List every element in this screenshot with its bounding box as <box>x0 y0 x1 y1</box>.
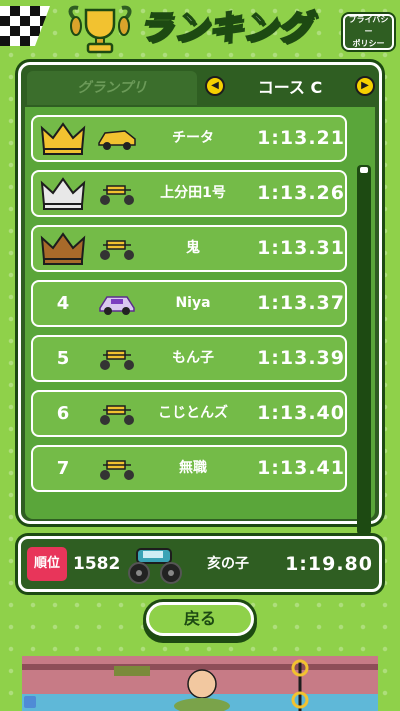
silver-crown-icon <box>33 172 93 215</box>
privacy-label-line2: ポリシー <box>352 39 385 48</box>
table-row: 4 Niya 1:13.37 <box>31 280 347 327</box>
rank-number: 4 <box>56 293 70 314</box>
buggy-icon <box>97 180 137 206</box>
table-row: 鬼 1:13.31 <box>31 225 347 272</box>
my-record: 順位 1582 亥の子 1:19.80 <box>18 536 382 592</box>
rank-number: 6 <box>56 403 70 424</box>
table-row: 5 もん子 1:13.39 <box>31 335 347 382</box>
my-time: 1:19.80 <box>285 553 373 575</box>
table-row: 7 無職 1:13.41 <box>31 445 347 492</box>
rank-number: 5 <box>56 348 70 369</box>
ad-image <box>22 656 378 711</box>
rank-badge: 順位 <box>27 547 67 581</box>
lap-time: 1:13.37 <box>257 292 345 314</box>
ranking-list[interactable]: チータ 1:13.21 上分田1号 1:13.26 鬼 1:13.31 4 Niya 1:13.… <box>25 107 375 535</box>
lap-time: 1:13.21 <box>257 127 345 149</box>
gold-crown-icon <box>33 117 93 160</box>
privacy-label-line1: プライバシー <box>348 15 389 36</box>
player-name: 無職 <box>179 460 207 476</box>
buggy-icon <box>97 235 137 261</box>
advertisement-banner[interactable] <box>22 656 378 711</box>
player-name: こじとんズ <box>158 405 228 421</box>
tab-grand-prix[interactable]: グランプリ <box>27 71 197 105</box>
buggy-icon <box>97 400 137 426</box>
purple-car-icon <box>97 290 137 316</box>
my-name: 亥の子 <box>207 556 249 572</box>
scrollbar[interactable] <box>357 165 371 535</box>
page-title: ランキング <box>137 7 312 49</box>
table-row: 6 こじとんズ 1:13.40 <box>31 390 347 437</box>
player-name: チータ <box>172 130 214 146</box>
player-name: 上分田1号 <box>160 185 226 201</box>
ranking-panel: グランプリ ◀ コース C ▶ チータ 1:13.21 上分田1号 1:13.26 鬼 1… <box>18 62 382 535</box>
prev-course-arrow-icon[interactable]: ◀ <box>205 76 225 96</box>
scrollbar-thumb[interactable] <box>360 167 368 173</box>
my-rank: 1582 <box>73 554 121 574</box>
course-selector: ◀ コース C ▶ <box>205 69 375 103</box>
privacy-policy-button[interactable]: プライバシー ポリシー <box>343 14 394 50</box>
monster-truck-icon <box>128 548 182 584</box>
player-name: もん子 <box>172 350 214 366</box>
back-button[interactable]: 戻る <box>146 602 254 636</box>
table-row: 上分田1号 1:13.26 <box>31 170 347 217</box>
rank-number: 7 <box>56 458 70 479</box>
lap-time: 1:13.39 <box>257 347 345 369</box>
bronze-crown-icon <box>33 227 93 270</box>
table-row: チータ 1:13.21 <box>31 115 347 162</box>
next-course-arrow-icon[interactable]: ▶ <box>354 76 375 96</box>
checkered-flag-icon <box>0 6 50 46</box>
course-label: コース C <box>257 78 323 97</box>
trophy-icon <box>68 5 132 54</box>
buggy-icon <box>97 345 137 371</box>
player-name: 鬼 <box>186 240 200 256</box>
lap-time: 1:13.41 <box>257 457 345 479</box>
buggy-icon <box>97 455 137 481</box>
lap-time: 1:13.40 <box>257 402 345 424</box>
lap-time: 1:13.26 <box>257 182 345 204</box>
yellow-car-icon <box>97 125 137 151</box>
lap-time: 1:13.31 <box>257 237 345 259</box>
player-name: Niya <box>175 295 211 311</box>
